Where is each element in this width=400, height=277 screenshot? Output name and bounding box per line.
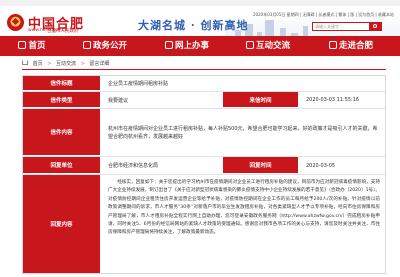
date-and-tools: 2020年03月05日 星期四 | 无障碍 | 长者模式 | 繁体 | 版 | … [253,12,394,17]
reply-unit: 合肥市经济和信息化局 [108,163,159,169]
search-icon [373,23,377,28]
city-icon [328,41,337,49]
letter-content: 杭州市在疫情期间对企业员工进行租房补贴，每人补贴500元，希望合肥也能学习起来，… [108,125,378,140]
row-content: 信件内容 杭州市在疫情期间对企业员工进行租房补贴，每人补贴500元，希望合肥也能… [23,109,385,157]
label-title: 信件标题 [23,76,100,91]
site-header: 中国合肥 www.hefei.gov.cn 合肥市人民政府 大湖名城 · 创新高… [0,6,400,42]
search-input[interactable]: 请输入关键字 [312,22,370,31]
label-unit: 回复单位 [23,157,100,174]
document-icon [82,41,91,49]
chat-icon [245,41,254,49]
breadcrumb-divider [22,69,386,70]
label-reply: 回复内容 [23,175,100,273]
home-icon [22,60,28,65]
nav-item-gov-info[interactable]: 政务公开 [70,36,140,56]
nav-item-label: 政务公开 [92,41,127,51]
nav-item-label: 互动交流 [255,41,290,51]
nav-item-about-hefei[interactable]: 走进合肥 [316,36,386,56]
nav-item-label: 首页 [28,41,46,51]
breadcrumb-item-home[interactable]: 首页 [33,61,43,67]
letter-time: 2020-03-03 11:55:16 [306,97,360,103]
breadcrumb-item-current: 留言详细 [89,61,110,67]
reply-time: 2020-03-05 [306,162,336,169]
label-time: 来信时间 [223,92,298,108]
letter-detail-card: 信件标题 企业员工疫情期间租房补贴 信件类型 我要建议 来信时间 2020-03… [22,75,386,274]
label-reply-time: 回复时间 [223,157,298,174]
nav-item-online-service[interactable]: 网上办事 [152,36,222,56]
nav-item-interaction[interactable]: 互动交流 [233,36,303,56]
letter-title: 企业员工疫情期间租房补贴 [108,81,169,87]
reply-content: 经核实，回复如下：关于您提出的学习杭州市在疫情期间对企业员工进行租房补贴的建议，… [108,180,380,236]
breadcrumb-separator: > [47,61,52,67]
label-category: 信件类型 [23,92,100,108]
row-category-time: 信件类型 我要建议 来信时间 2020-03-03 11:55:16 [23,92,385,109]
city-slogan: 大湖名城 · 创新高地 [138,19,249,32]
site-subtitle: 合肥市人民政府 [47,29,79,34]
nav-item-home[interactable]: 首页 [12,36,52,56]
breadcrumb: 首页 > 互动交流 > 留言详细 [22,60,109,68]
main-nav: 首页 政务公开 网上办事 互动交流 走进合肥 [0,36,400,56]
row-unit-replytime: 回复单位 合肥市经济和信息化局 回复时间 2020-03-05 [23,157,385,175]
letter-category: 我要建议 [108,97,129,104]
home-icon [18,41,27,49]
service-icon [164,41,173,49]
label-content: 信件内容 [23,109,100,156]
nav-item-label: 走进合肥 [338,41,373,51]
national-emblem-icon [7,14,24,31]
breadcrumb-separator: > [80,61,85,67]
breadcrumb-item-interaction[interactable]: 互动交流 [56,61,76,67]
row-title: 信件标题 企业员工疫情期间租房补贴 [23,76,385,92]
nav-item-label: 网上办事 [174,41,209,51]
search-button[interactable] [370,22,382,31]
